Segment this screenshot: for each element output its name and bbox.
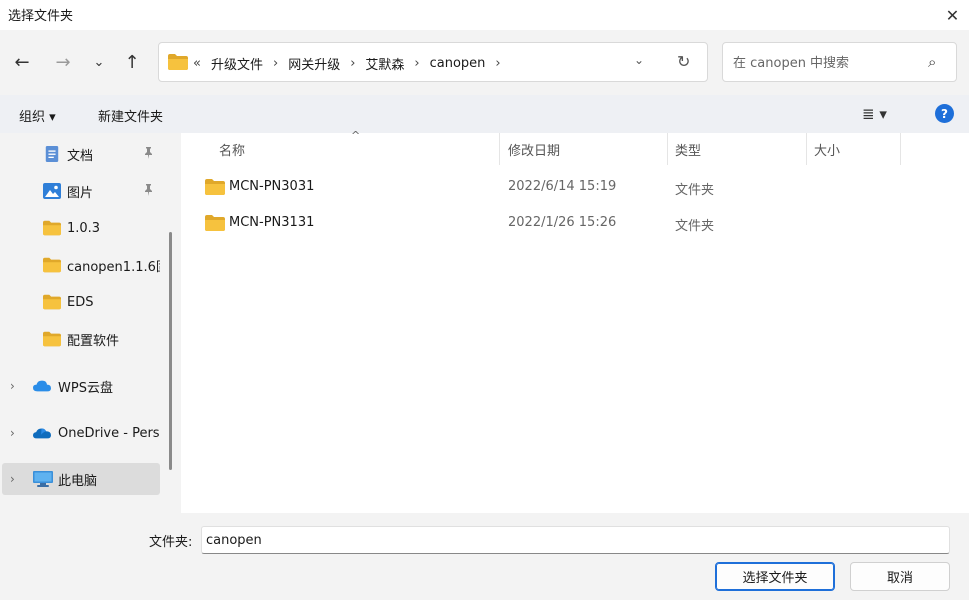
pin-icon	[143, 183, 154, 199]
file-modified-date: 2022/6/14 15:19	[508, 179, 617, 194]
onedrive-icon	[33, 428, 51, 439]
back-arrow-icon[interactable]: ←	[11, 50, 33, 74]
navigation-bar: ← → ⌄ ↑ « 升级文件 › 网关升级 › 艾默森 › canopen › …	[0, 0, 969, 95]
expand-chevron-icon[interactable]: ›	[10, 472, 15, 486]
column-header-size[interactable]: 大小	[814, 133, 840, 165]
sidebar-item-label: EDS	[67, 294, 94, 310]
sidebar-item-label: 1.0.3	[67, 220, 101, 236]
folder-icon	[43, 294, 61, 310]
breadcrumb-separator-icon[interactable]: ›	[414, 56, 419, 71]
breadcrumb-separator-icon[interactable]: ›	[495, 56, 500, 71]
sidebar-item-documents[interactable]: 文档	[0, 138, 160, 170]
breadcrumb-item[interactable]: canopen	[430, 56, 486, 71]
file-name: MCN-PN3031	[229, 179, 315, 194]
column-divider[interactable]	[667, 133, 668, 165]
sidebar-item-folder-eds[interactable]: EDS	[0, 286, 160, 318]
sidebar-item-label: canopen1.1.6固件	[67, 259, 160, 275]
sidebar-item-label: 文档	[67, 148, 94, 164]
breadcrumb-item[interactable]: 艾默森	[365, 54, 404, 73]
expand-chevron-icon[interactable]: ›	[10, 426, 15, 440]
cancel-button[interactable]: 取消	[850, 562, 950, 591]
view-options-button[interactable]: ≣ ▾	[862, 105, 887, 123]
document-icon	[45, 146, 59, 162]
sidebar-item-this-pc[interactable]: › 此电脑	[2, 463, 160, 495]
file-modified-date: 2022/1/26 15:26	[508, 215, 617, 230]
breadcrumb-separator-icon[interactable]: ›	[350, 56, 355, 71]
sidebar-item-folder-canopen[interactable]: canopen1.1.6固件	[0, 249, 160, 281]
help-icon[interactable]: ?	[935, 104, 954, 123]
navigation-pane: 文档 图片 1.0.3 canopen1.1.6固件	[0, 133, 180, 513]
file-name: MCN-PN3131	[229, 215, 315, 230]
select-folder-button[interactable]: 选择文件夹	[715, 562, 835, 591]
search-icon[interactable]: ⌕	[928, 53, 936, 71]
dialog-footer: 文件夹: 选择文件夹 取消	[0, 513, 969, 600]
pictures-icon	[43, 183, 61, 199]
up-arrow-icon[interactable]: ↑	[121, 50, 143, 74]
file-type: 文件夹	[675, 183, 715, 198]
sidebar-item-label: 配置软件	[67, 333, 120, 349]
sidebar-scrollbar[interactable]	[169, 232, 172, 470]
sidebar-item-folder-config-software[interactable]: 配置软件	[0, 323, 160, 355]
folder-name-label: 文件夹:	[149, 535, 193, 550]
address-dropdown-icon[interactable]: ⌄	[634, 53, 644, 67]
sort-ascending-icon: ^	[351, 129, 361, 142]
breadcrumb-item[interactable]: 网关升级	[288, 54, 340, 73]
sidebar-item-label: 此电脑	[58, 473, 98, 489]
folder-name-input[interactable]	[201, 526, 950, 554]
computer-icon	[33, 471, 53, 487]
column-divider[interactable]	[499, 133, 500, 165]
sidebar-item-label: 图片	[67, 185, 94, 201]
table-row[interactable]: MCN-PN3131 2022/1/26 15:26 文件夹	[181, 206, 969, 242]
folder-icon	[205, 215, 225, 231]
sidebar-item-label: WPS云盘	[58, 380, 113, 396]
breadcrumb-separator-icon[interactable]: ›	[273, 56, 278, 71]
address-bar[interactable]: « 升级文件 › 网关升级 › 艾默森 › canopen › ⌄ ↻	[158, 42, 708, 82]
table-row[interactable]: MCN-PN3031 2022/6/14 15:19 文件夹	[181, 170, 969, 206]
folder-icon	[168, 54, 188, 70]
search-input[interactable]	[733, 53, 913, 73]
new-folder-button[interactable]: 新建文件夹	[98, 106, 163, 125]
folder-icon	[205, 179, 225, 195]
cloud-icon	[33, 380, 51, 392]
folder-icon	[43, 220, 61, 236]
search-box[interactable]: ⌕	[722, 42, 957, 82]
sidebar-item-wps-cloud[interactable]: › WPS云盘	[0, 370, 160, 402]
sidebar-item-folder-1-0-3[interactable]: 1.0.3	[0, 212, 160, 244]
overflow-chevron-icon[interactable]: «	[193, 56, 201, 71]
column-header-modified[interactable]: 修改日期	[508, 133, 560, 165]
sidebar-item-pictures[interactable]: 图片	[0, 175, 160, 207]
forward-arrow-icon[interactable]: →	[52, 50, 74, 74]
sidebar-item-onedrive[interactable]: › OneDrive - Personal	[0, 417, 160, 449]
file-type: 文件夹	[675, 219, 715, 234]
organize-menu-button[interactable]: 组织 ▾	[19, 106, 56, 125]
folder-icon	[43, 257, 61, 273]
expand-chevron-icon[interactable]: ›	[10, 379, 15, 393]
breadcrumb: « 升级文件 › 网关升级 › 艾默森 › canopen ›	[193, 54, 511, 73]
folder-icon	[43, 331, 61, 347]
command-toolbar: 组织 ▾ 新建文件夹 ≣ ▾ ?	[0, 95, 969, 133]
column-divider[interactable]	[900, 133, 901, 165]
pin-icon	[143, 146, 154, 162]
column-header-name[interactable]: 名称	[219, 133, 245, 165]
refresh-icon[interactable]: ↻	[677, 52, 690, 71]
file-list: ^ 名称 修改日期 类型 大小 MCN-PN3031 2022/6/14 15:…	[181, 129, 969, 513]
column-header-type[interactable]: 类型	[675, 133, 701, 165]
recent-locations-chevron-icon[interactable]: ⌄	[88, 50, 110, 74]
sidebar-item-label: OneDrive - Personal	[58, 425, 160, 441]
breadcrumb-item[interactable]: 升级文件	[211, 54, 263, 73]
column-divider[interactable]	[806, 133, 807, 165]
